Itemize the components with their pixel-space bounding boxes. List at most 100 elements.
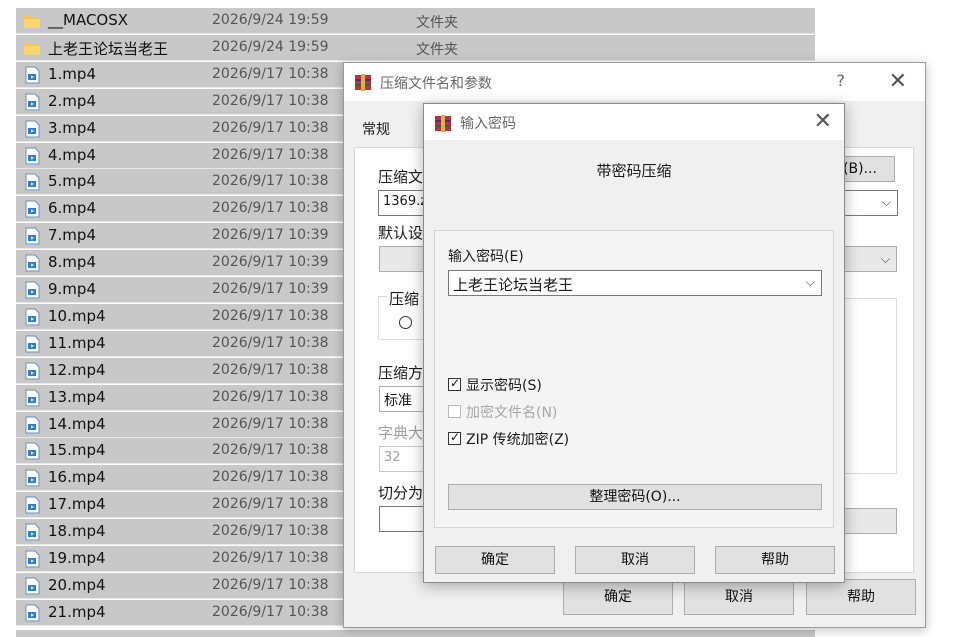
cancel-button[interactable]: 取消 xyxy=(684,579,794,615)
file-name: 17.mp4 xyxy=(48,495,106,514)
password-dialog-close-icon[interactable]: ✕ xyxy=(814,109,832,134)
file-name: 16.mp4 xyxy=(48,468,106,487)
file-date: 2026/9/17 10:38 xyxy=(212,334,329,351)
video-file-icon xyxy=(24,362,40,380)
help-question-icon[interactable]: ? xyxy=(837,71,846,90)
file-row[interactable]: 上老王论坛当老王 2026/9/24 19:59 文件夹 xyxy=(16,34,815,61)
password-label: 输入密码(E) xyxy=(448,249,524,265)
partial-file-row[interactable] xyxy=(16,630,815,637)
file-date: 2026/9/17 10:38 xyxy=(212,361,329,378)
password-cancel-label: 取消 xyxy=(621,552,649,568)
show-password-checkbox[interactable]: ✓ xyxy=(448,376,461,391)
file-name: 21.mp4 xyxy=(48,602,106,621)
video-file-icon xyxy=(24,281,40,299)
video-file-icon xyxy=(24,550,40,568)
show-password-label: 显示密码(S) xyxy=(466,378,542,394)
video-file-icon xyxy=(24,66,40,84)
file-date: 2026/9/17 10:38 xyxy=(212,415,329,432)
checkmark-icon: ✓ xyxy=(450,376,461,390)
file-name: 20.mp4 xyxy=(48,575,106,594)
help-button[interactable]: 帮助 xyxy=(806,579,916,615)
help-button-label: 帮助 xyxy=(847,589,875,605)
file-name: 上老王论坛当老王 xyxy=(48,39,169,58)
file-date: 2026/9/17 10:38 xyxy=(212,550,329,566)
video-file-icon xyxy=(24,308,40,326)
video-file-icon xyxy=(24,604,40,622)
file-date: 2026/9/17 10:38 xyxy=(212,496,329,513)
chevron-down-icon[interactable]: ⌵ xyxy=(882,195,891,210)
archive-name-value: 1369.z xyxy=(383,194,428,209)
file-date: 2026/9/17 10:38 xyxy=(212,200,329,217)
organize-passwords-button[interactable]: 整理密码(O)... xyxy=(448,484,822,510)
password-help-label: 帮助 xyxy=(761,552,789,568)
file-date: 2026/9/17 10:38 xyxy=(212,576,329,593)
enter-password-dialog: 输入密码 ✕ 带密码压缩 输入密码(E) 上老王论坛当老王 ⌵ ✓ 显示密码(S… xyxy=(423,103,845,583)
video-file-icon xyxy=(24,120,40,138)
dictionary-value: 32 xyxy=(384,450,401,465)
file-name: 8.mp4 xyxy=(48,253,96,272)
password-ok-button[interactable]: 确定 xyxy=(435,546,555,574)
file-name: 12.mp4 xyxy=(48,360,106,379)
password-dialog-titlebar[interactable]: 输入密码 ✕ xyxy=(424,104,844,140)
file-name: 2.mp4 xyxy=(48,91,96,110)
password-dialog-heading: 带密码压缩 xyxy=(596,162,672,180)
default-profile-label: 默认设 xyxy=(378,224,424,242)
tab-general[interactable]: 常规 xyxy=(362,119,390,139)
organize-passwords-label: 整理密码(O)... xyxy=(589,489,681,505)
file-date: 2026/9/17 10:38 xyxy=(212,65,329,82)
video-file-icon xyxy=(24,335,40,353)
folder-icon xyxy=(24,39,40,57)
password-cancel-button[interactable]: 取消 xyxy=(575,546,695,574)
archive-dialog-title: 压缩文件名和参数 xyxy=(380,76,492,92)
ok-button[interactable]: 确定 xyxy=(563,579,673,615)
video-file-icon xyxy=(24,389,40,407)
archive-dialog-close-icon[interactable]: ✕ xyxy=(889,69,907,94)
encrypt-filenames-label: 加密文件名(N) xyxy=(466,405,558,421)
password-ok-label: 确定 xyxy=(481,552,509,568)
file-date: 2026/9/17 10:39 xyxy=(212,254,329,271)
ok-button-label: 确定 xyxy=(604,589,632,605)
password-input[interactable]: 上老王论坛当老王 ⌵ xyxy=(448,270,822,296)
file-date: 2026/9/17 10:38 xyxy=(212,119,329,136)
file-name: 3.mp4 xyxy=(48,118,96,137)
format-radio[interactable] xyxy=(399,316,412,329)
folder-icon xyxy=(24,12,40,30)
winrar-icon xyxy=(354,73,372,91)
checkmark-icon: ✓ xyxy=(450,430,461,444)
password-value: 上老王论坛当老王 xyxy=(453,276,574,294)
video-file-icon xyxy=(24,496,40,514)
video-file-icon xyxy=(24,577,40,595)
video-file-icon xyxy=(24,442,40,460)
file-name: 1.mp4 xyxy=(48,64,96,83)
cancel-button-label: 取消 xyxy=(725,589,753,605)
video-file-icon xyxy=(24,254,40,272)
archive-name-label: 压缩文 xyxy=(378,168,424,186)
file-date: 2026/9/24 19:59 xyxy=(212,38,329,55)
file-name: 19.mp4 xyxy=(48,549,106,567)
file-name: 15.mp4 xyxy=(48,441,106,460)
file-row[interactable]: __MACOSX 2026/9/24 19:59 文件夹 xyxy=(16,8,815,34)
encrypt-filenames-checkbox[interactable] xyxy=(448,405,461,418)
file-date: 2026/9/17 10:38 xyxy=(212,469,329,486)
file-date: 2026/9/17 10:38 xyxy=(212,92,329,109)
split-label: 切分为 xyxy=(378,484,424,502)
chevron-down-icon[interactable]: ⌵ xyxy=(881,252,890,267)
video-file-icon xyxy=(24,416,40,434)
file-name: 4.mp4 xyxy=(48,145,96,164)
browse-button-label: (B)... xyxy=(843,161,877,177)
file-type: 文件夹 xyxy=(416,15,458,31)
zip-legacy-encryption-checkbox[interactable]: ✓ xyxy=(448,430,461,445)
archive-dialog-titlebar[interactable]: 压缩文件名和参数 ? ✕ xyxy=(344,63,925,101)
file-date: 2026/9/17 10:38 xyxy=(212,442,329,459)
video-file-icon xyxy=(24,147,40,165)
chevron-down-icon[interactable]: ⌵ xyxy=(806,275,815,290)
file-date: 2026/9/17 10:38 xyxy=(212,523,329,540)
file-name: 11.mp4 xyxy=(48,333,106,352)
winrar-icon xyxy=(434,114,452,132)
method-value: 标准 xyxy=(384,393,412,409)
file-name: 5.mp4 xyxy=(48,172,96,191)
file-date: 2026/9/17 10:38 xyxy=(212,388,329,405)
video-file-icon xyxy=(24,93,40,111)
file-date: 2026/9/17 10:38 xyxy=(212,603,329,620)
password-help-button[interactable]: 帮助 xyxy=(715,546,835,574)
